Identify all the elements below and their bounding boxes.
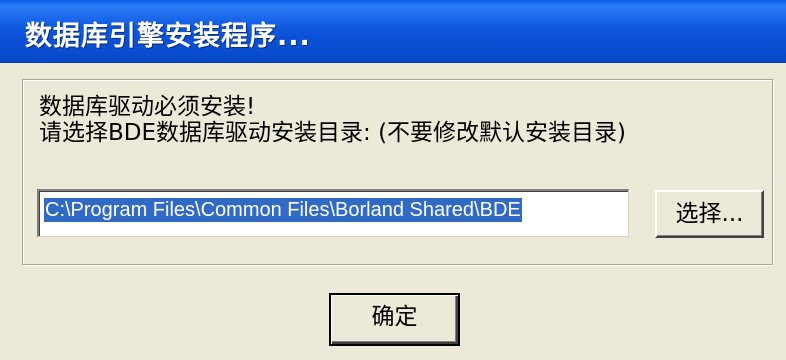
select-directory-message: 请选择BDE数据库驱动安装目录: (不要修改默认安装目录) — [39, 120, 627, 146]
ok-button[interactable]: 确定 — [329, 293, 460, 346]
install-path-value: C:\Program Files\Common Files\Borland Sh… — [44, 198, 522, 222]
browse-button[interactable]: 选择... — [655, 190, 764, 238]
dialog-window: 数据库引擎安装程序... 数据库驱动必须安装! 请选择BDE数据库驱动安装目录:… — [0, 0, 786, 360]
install-path-input[interactable]: C:\Program Files\Common Files\Borland Sh… — [37, 189, 629, 237]
title-bar[interactable]: 数据库引擎安装程序... — [0, 0, 786, 63]
window-title: 数据库引擎安装程序... — [25, 21, 311, 52]
required-message: 数据库驱动必须安装! — [39, 94, 256, 120]
